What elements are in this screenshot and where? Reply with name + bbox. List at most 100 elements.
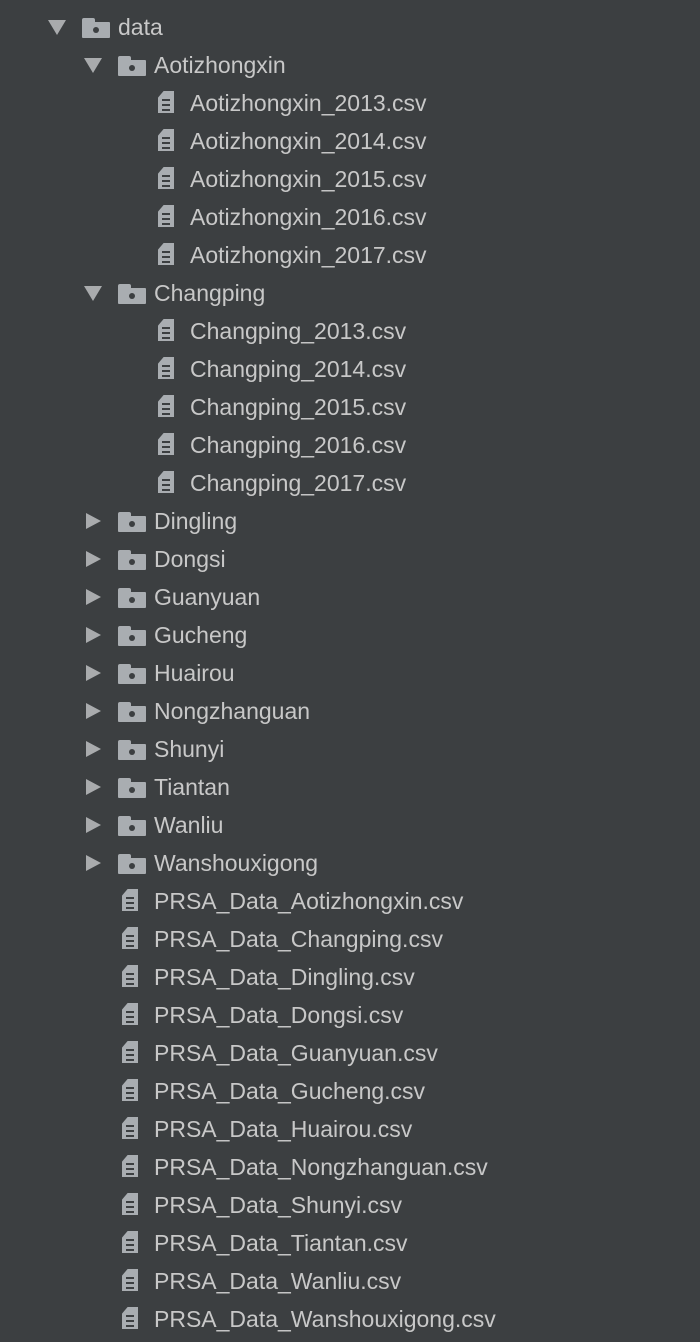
tree-file-label: Changping_2014.csv (190, 356, 407, 382)
tree-file[interactable]: PRSA_Data_Dongsi.csv (0, 996, 700, 1034)
tree-folder-nongzhanguan[interactable]: Nongzhanguan (0, 692, 700, 730)
tree-folder-dingling[interactable]: Dingling (0, 502, 700, 540)
chevron-right-icon[interactable] (82, 692, 104, 730)
file-icon (118, 882, 146, 920)
tree-folder-wanliu[interactable]: Wanliu (0, 806, 700, 844)
tree-file-label: Aotizhongxin_2017.csv (190, 242, 427, 268)
tree-file-label: PRSA_Data_Gucheng.csv (154, 1078, 426, 1104)
tree-file[interactable]: Aotizhongxin_2013.csv (0, 84, 700, 122)
tree-file-label: PRSA_Data_Changping.csv (154, 926, 443, 952)
chevron-down-icon[interactable] (82, 46, 104, 84)
tree-file-label: PRSA_Data_Tiantan.csv (154, 1230, 408, 1256)
tree-folder-changping[interactable]: Changping (0, 274, 700, 312)
tree-file[interactable]: Changping_2016.csv (0, 426, 700, 464)
file-icon (154, 388, 182, 426)
tree-node-label: Gucheng (154, 622, 248, 648)
tree-node-label: Shunyi (154, 736, 225, 762)
tree-file-label: Changping_2013.csv (190, 318, 407, 344)
file-icon (154, 426, 182, 464)
tree-file[interactable]: Aotizhongxin_2015.csv (0, 160, 700, 198)
tree-file[interactable]: Aotizhongxin_2017.csv (0, 236, 700, 274)
tree-folder-wanshouxigong[interactable]: Wanshouxigong (0, 844, 700, 882)
file-icon (118, 1262, 146, 1300)
tree-folder-gucheng[interactable]: Gucheng (0, 616, 700, 654)
tree-node-label: Aotizhongxin (154, 52, 286, 78)
folder-icon (118, 844, 146, 882)
folder-icon (118, 578, 146, 616)
chevron-right-icon[interactable] (82, 730, 104, 768)
tree-file-label: Aotizhongxin_2014.csv (190, 128, 427, 154)
folder-icon (82, 8, 110, 46)
tree-file[interactable]: PRSA_Data_Guanyuan.csv (0, 1034, 700, 1072)
folder-icon (118, 654, 146, 692)
file-icon (118, 996, 146, 1034)
tree-node-label: Dongsi (154, 546, 226, 572)
tree-file[interactable]: PRSA_Data_Wanshouxigong.csv (0, 1300, 700, 1338)
tree-file-label: PRSA_Data_Nongzhanguan.csv (154, 1154, 488, 1180)
file-icon (118, 1072, 146, 1110)
tree-file[interactable]: PRSA_Data_Shunyi.csv (0, 1186, 700, 1224)
tree-file[interactable]: PRSA_Data_Tiantan.csv (0, 1224, 700, 1262)
tree-file[interactable]: PRSA_Data_Gucheng.csv (0, 1072, 700, 1110)
tree-folder-dongsi[interactable]: Dongsi (0, 540, 700, 578)
tree-node-label: Changping (154, 280, 266, 306)
tree-file[interactable]: Changping_2015.csv (0, 388, 700, 426)
file-icon (118, 920, 146, 958)
chevron-right-icon[interactable] (82, 540, 104, 578)
file-icon (154, 198, 182, 236)
file-icon (118, 1034, 146, 1072)
tree-file-label: Aotizhongxin_2013.csv (190, 90, 427, 116)
tree-file[interactable]: PRSA_Data_Changping.csv (0, 920, 700, 958)
tree-folder-huairou[interactable]: Huairou (0, 654, 700, 692)
tree-file[interactable]: Changping_2017.csv (0, 464, 700, 502)
tree-node-label: Guanyuan (154, 584, 261, 610)
chevron-right-icon[interactable] (82, 502, 104, 540)
tree-file-label: Aotizhongxin_2015.csv (190, 166, 427, 192)
folder-icon (118, 274, 146, 312)
file-icon (118, 1148, 146, 1186)
tree-file-label: Changping_2017.csv (190, 470, 407, 496)
file-icon (118, 1186, 146, 1224)
folder-icon (118, 692, 146, 730)
tree-file[interactable]: Aotizhongxin_2016.csv (0, 198, 700, 236)
tree-node-label: Tiantan (154, 774, 230, 800)
tree-node-label: Wanshouxigong (154, 850, 319, 876)
file-icon (154, 84, 182, 122)
tree-folder-aotizhongxin[interactable]: Aotizhongxin (0, 46, 700, 84)
chevron-right-icon[interactable] (82, 616, 104, 654)
file-icon (154, 236, 182, 274)
file-icon (118, 1110, 146, 1148)
tree-file-label: PRSA_Data_Dongsi.csv (154, 1002, 404, 1028)
tree-file[interactable]: PRSA_Data_Huairou.csv (0, 1110, 700, 1148)
file-icon (154, 312, 182, 350)
tree-file-label: PRSA_Data_Huairou.csv (154, 1116, 413, 1142)
chevron-down-icon[interactable] (46, 8, 68, 46)
project-tree: data Aotizhongxin Aotizhongxin_2013.csv … (0, 8, 700, 1338)
tree-file[interactable]: Aotizhongxin_2014.csv (0, 122, 700, 160)
folder-icon (118, 502, 146, 540)
tree-file-label: PRSA_Data_Wanliu.csv (154, 1268, 402, 1294)
chevron-right-icon[interactable] (82, 844, 104, 882)
tree-file[interactable]: Changping_2013.csv (0, 312, 700, 350)
tree-folder-shunyi[interactable]: Shunyi (0, 730, 700, 768)
file-icon (118, 1224, 146, 1262)
chevron-down-icon[interactable] (82, 274, 104, 312)
chevron-right-icon[interactable] (82, 654, 104, 692)
chevron-right-icon[interactable] (82, 768, 104, 806)
tree-folder-tiantan[interactable]: Tiantan (0, 768, 700, 806)
file-icon (154, 160, 182, 198)
tree-node-label: Huairou (154, 660, 235, 686)
tree-node-label: Wanliu (154, 812, 224, 838)
tree-file[interactable]: PRSA_Data_Aotizhongxin.csv (0, 882, 700, 920)
tree-file[interactable]: PRSA_Data_Dingling.csv (0, 958, 700, 996)
file-icon (118, 958, 146, 996)
chevron-right-icon[interactable] (82, 806, 104, 844)
chevron-right-icon[interactable] (82, 578, 104, 616)
tree-file[interactable]: PRSA_Data_Wanliu.csv (0, 1262, 700, 1300)
folder-icon (118, 806, 146, 844)
tree-node-data[interactable]: data (0, 8, 700, 46)
file-icon (118, 1300, 146, 1338)
tree-folder-guanyuan[interactable]: Guanyuan (0, 578, 700, 616)
tree-file[interactable]: PRSA_Data_Nongzhanguan.csv (0, 1148, 700, 1186)
tree-file[interactable]: Changping_2014.csv (0, 350, 700, 388)
